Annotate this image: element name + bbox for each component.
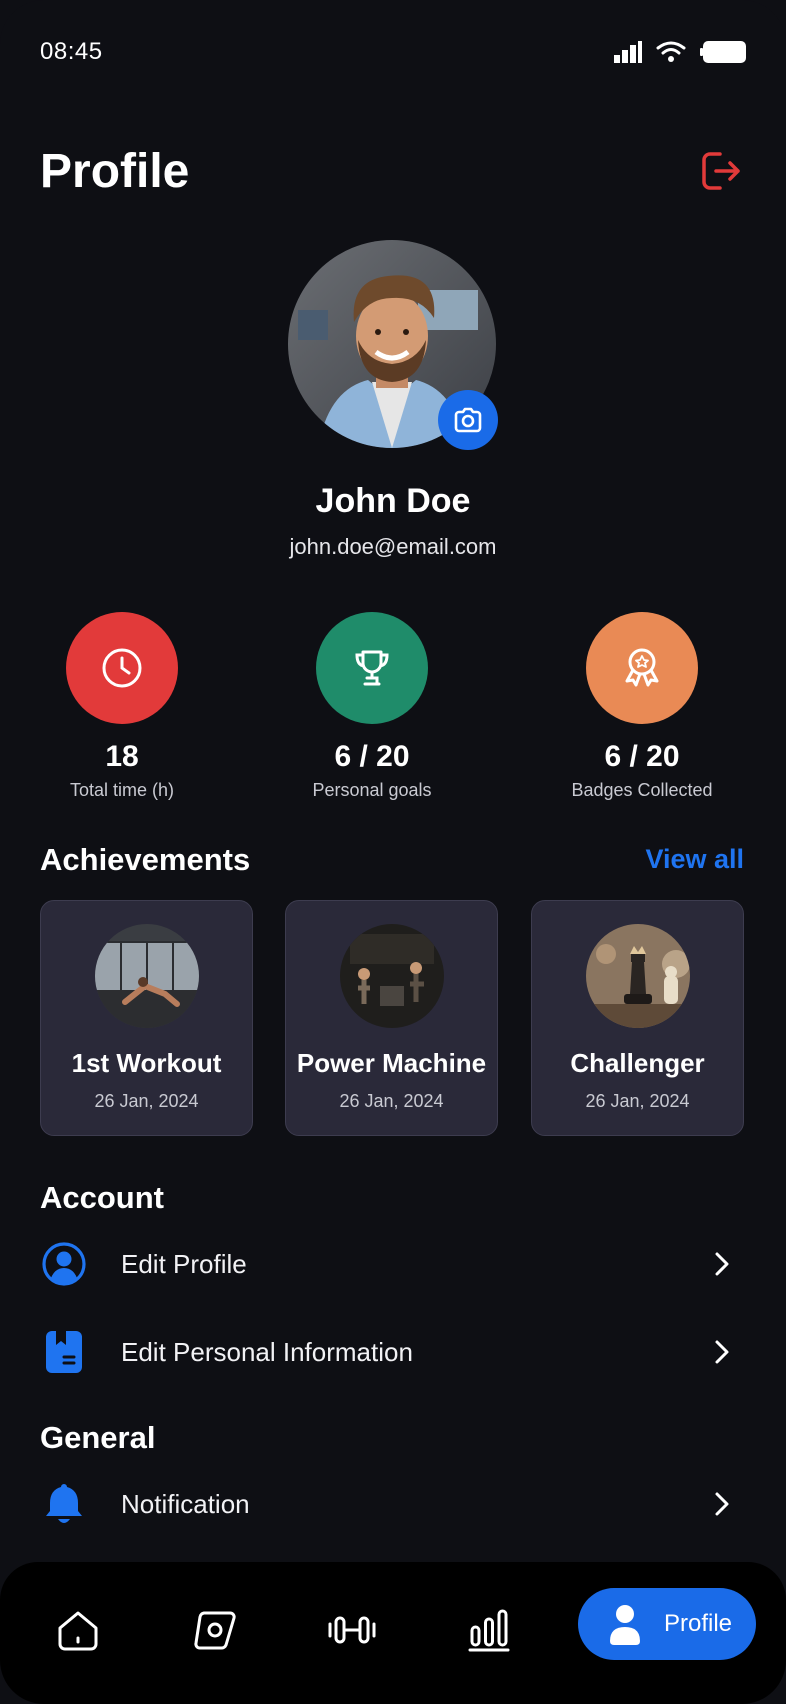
nav-profile-label: Profile bbox=[664, 1610, 733, 1637]
achievement-title: Challenger bbox=[570, 1048, 705, 1078]
stat-label: Total time (h) bbox=[69, 780, 175, 800]
document-icon bbox=[46, 1331, 82, 1373]
menu-label: Notification bbox=[121, 1488, 250, 1519]
edit-personal-info-row[interactable]: Edit Personal Information bbox=[40, 1320, 746, 1384]
signal-icon bbox=[614, 41, 642, 63]
battery-icon bbox=[700, 41, 746, 63]
achievement-image-workout bbox=[94, 924, 199, 1028]
nav-workouts[interactable] bbox=[322, 1600, 382, 1660]
user-icon bbox=[610, 1605, 640, 1645]
home-icon bbox=[58, 1611, 98, 1651]
achievement-title: Power Machine bbox=[296, 1048, 487, 1078]
chevron-right-icon bbox=[715, 1252, 729, 1276]
profile-screen: 08:45 Profile John Doe john.doe@email.co… bbox=[0, 0, 786, 1704]
stat-label: Personal goals bbox=[312, 780, 432, 800]
achievement-card[interactable]: Challenger 26 Jan, 2024 bbox=[531, 900, 744, 1136]
achievement-date: 26 Jan, 2024 bbox=[339, 1091, 444, 1111]
user-name: John Doe bbox=[315, 482, 471, 520]
change-photo-button[interactable] bbox=[438, 390, 498, 450]
menu-icon-wrap bbox=[40, 1328, 88, 1376]
stat-value: 18 bbox=[105, 740, 139, 773]
nav-stats[interactable] bbox=[459, 1600, 519, 1660]
achievement-card[interactable]: 1st Workout 26 Jan, 2024 bbox=[40, 900, 253, 1136]
edit-profile-row[interactable]: Edit Profile bbox=[40, 1232, 746, 1296]
achievements-title: Achievements bbox=[40, 842, 251, 877]
menu-label: Edit Profile bbox=[121, 1248, 247, 1279]
stat-total-time: 18 Total time (h) bbox=[12, 612, 232, 801]
achievement-date: 26 Jan, 2024 bbox=[94, 1091, 199, 1111]
clock-icon bbox=[102, 648, 142, 688]
stat-value: 6 / 20 bbox=[604, 740, 680, 773]
stat-icon-circle bbox=[586, 612, 698, 724]
status-icons bbox=[614, 40, 746, 64]
general-section-title: General bbox=[40, 1420, 156, 1455]
compass-icon bbox=[194, 1611, 236, 1650]
avatar-container bbox=[288, 240, 498, 450]
stat-label: Badges Collected bbox=[571, 780, 713, 800]
notification-row[interactable]: Notification bbox=[40, 1472, 746, 1536]
menu-icon-wrap bbox=[40, 1480, 88, 1528]
nav-home[interactable] bbox=[48, 1600, 108, 1660]
logout-icon bbox=[702, 152, 740, 190]
trophy-icon bbox=[355, 650, 389, 686]
menu-label: Edit Personal Information bbox=[121, 1336, 413, 1367]
bell-icon bbox=[46, 1484, 82, 1523]
badge-icon bbox=[625, 648, 659, 687]
achievement-image-power-machine bbox=[339, 924, 444, 1028]
dumbbell-icon bbox=[328, 1616, 376, 1644]
chart-icon bbox=[468, 1609, 510, 1652]
account-section-title: Account bbox=[40, 1180, 164, 1215]
stat-badges-collected: 6 / 20 Badges Collected bbox=[532, 612, 752, 801]
camera-icon bbox=[454, 407, 482, 433]
nav-explore[interactable] bbox=[185, 1600, 245, 1660]
nav-profile[interactable]: Profile bbox=[578, 1588, 756, 1660]
stat-value: 6 / 20 bbox=[334, 740, 410, 773]
logout-button[interactable] bbox=[698, 148, 744, 194]
chevron-right-icon bbox=[715, 1340, 729, 1364]
user-circle-icon bbox=[42, 1242, 86, 1286]
status-time: 08:45 bbox=[40, 38, 103, 65]
chevron-right-icon bbox=[715, 1492, 729, 1516]
view-all-link[interactable]: View all bbox=[645, 844, 744, 875]
achievement-date: 26 Jan, 2024 bbox=[585, 1091, 690, 1111]
achievement-card[interactable]: Power Machine 26 Jan, 2024 bbox=[285, 900, 498, 1136]
stat-icon-circle bbox=[316, 612, 428, 724]
achievement-title: 1st Workout bbox=[71, 1048, 222, 1078]
stat-personal-goals: 6 / 20 Personal goals bbox=[262, 612, 482, 801]
stat-icon-circle bbox=[66, 612, 178, 724]
achievement-image-challenger bbox=[585, 924, 690, 1028]
user-email: john.doe@email.com bbox=[289, 534, 497, 559]
menu-icon-wrap bbox=[40, 1240, 88, 1288]
page-title: Profile bbox=[40, 145, 190, 198]
wifi-icon bbox=[656, 41, 686, 62]
